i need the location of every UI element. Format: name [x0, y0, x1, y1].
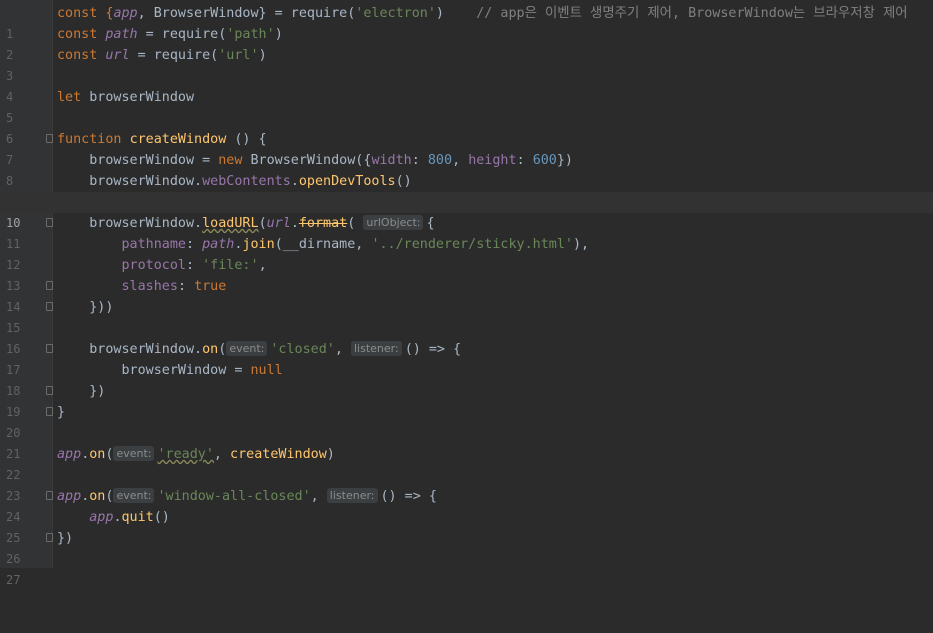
- fold-icon[interactable]: [46, 302, 53, 311]
- code-text[interactable]: pathname: path.join(__dirname, '../rende…: [57, 234, 590, 255]
- code-text[interactable]: browserWindow.on(event:'closed', listene…: [57, 339, 461, 360]
- code-text[interactable]: protocol: 'file:',: [57, 255, 267, 276]
- parameter-hint: urlObject:: [363, 215, 424, 230]
- code-editor[interactable]: 1 const {app, BrowserWindow} = require('…: [0, 0, 933, 587]
- code-line[interactable]: 14 slashes: true: [0, 276, 933, 314]
- current-code-line[interactable]: 10: [0, 192, 933, 230]
- code-line[interactable]: 27: [0, 549, 933, 587]
- fold-icon[interactable]: [46, 386, 53, 395]
- parameter-hint: event:: [226, 341, 268, 356]
- code-line[interactable]: 11 browserWindow.loadURL(url.format( url…: [0, 213, 933, 251]
- code-line[interactable]: 19 }): [0, 381, 933, 419]
- code-line[interactable]: 24 app.on(event:'window-all-closed', lis…: [0, 486, 933, 524]
- code-text[interactable]: }: [57, 402, 65, 423]
- code-line[interactable]: 22 app.on(event:'ready', createWindow): [0, 444, 933, 482]
- code-line[interactable]: 15 })): [0, 297, 933, 335]
- code-line[interactable]: 5 let browserWindow: [0, 87, 933, 125]
- code-text[interactable]: const {app, BrowserWindow} = require('el…: [57, 3, 908, 24]
- code-text[interactable]: let browserWindow: [57, 87, 194, 108]
- code-text[interactable]: browserWindow.loadURL(url.format( urlObj…: [57, 213, 435, 234]
- code-line[interactable]: 20 }: [0, 402, 933, 440]
- parameter-hint: event:: [113, 488, 155, 503]
- code-text[interactable]: browserWindow.webContents.openDevTools(): [57, 171, 412, 192]
- fold-icon[interactable]: [46, 533, 53, 542]
- line-number: 27: [6, 573, 21, 587]
- code-text[interactable]: const path = require('path'): [57, 24, 283, 45]
- code-line[interactable]: 1 const {app, BrowserWindow} = require('…: [0, 3, 933, 41]
- fold-icon[interactable]: [46, 281, 53, 290]
- code-line[interactable]: 4: [0, 66, 933, 104]
- code-text[interactable]: function createWindow () {: [57, 129, 267, 150]
- code-text[interactable]: const url = require('url'): [57, 45, 267, 66]
- code-line[interactable]: 8 browserWindow = new BrowserWindow({wid…: [0, 150, 933, 188]
- code-text[interactable]: slashes: true: [57, 276, 227, 297]
- code-line[interactable]: 21: [0, 423, 933, 461]
- code-line[interactable]: 7 function createWindow () {: [0, 129, 933, 167]
- fold-icon[interactable]: [46, 218, 53, 227]
- code-line[interactable]: 17 browserWindow.on(event:'closed', list…: [0, 339, 933, 377]
- code-line[interactable]: 12 pathname: path.join(__dirname, '../re…: [0, 234, 933, 272]
- parameter-hint: listener:: [326, 488, 378, 503]
- code-text[interactable]: })): [57, 297, 113, 318]
- parameter-hint: event:: [113, 446, 155, 461]
- fold-icon[interactable]: [46, 134, 53, 143]
- code-line[interactable]: 18 browserWindow = null: [0, 360, 933, 398]
- code-text[interactable]: }): [57, 381, 105, 402]
- fold-icon[interactable]: [46, 491, 53, 500]
- fold-icon[interactable]: [46, 344, 53, 353]
- code-line[interactable]: 26 }): [0, 528, 933, 566]
- code-text[interactable]: app.on(event:'ready', createWindow): [57, 444, 335, 465]
- code-text[interactable]: browserWindow = new BrowserWindow({width…: [57, 150, 573, 171]
- parameter-hint: listener:: [350, 341, 402, 356]
- code-line[interactable]: 23: [0, 465, 933, 503]
- code-text[interactable]: browserWindow = null: [57, 360, 282, 381]
- code-text[interactable]: app.on(event:'window-all-closed', listen…: [57, 486, 437, 507]
- code-line[interactable]: 25 app.quit(): [0, 507, 933, 545]
- fold-icon[interactable]: [46, 407, 53, 416]
- code-line[interactable]: 2 const path = require('path'): [0, 24, 933, 62]
- code-line[interactable]: 9 browserWindow.webContents.openDevTools…: [0, 171, 933, 209]
- code-line[interactable]: 6: [0, 108, 933, 146]
- code-line[interactable]: 13 protocol: 'file:',: [0, 255, 933, 293]
- code-line[interactable]: 3 const url = require('url'): [0, 45, 933, 83]
- code-line[interactable]: 16: [0, 318, 933, 356]
- code-text[interactable]: app.quit(): [57, 507, 170, 528]
- code-text[interactable]: }): [57, 528, 73, 549]
